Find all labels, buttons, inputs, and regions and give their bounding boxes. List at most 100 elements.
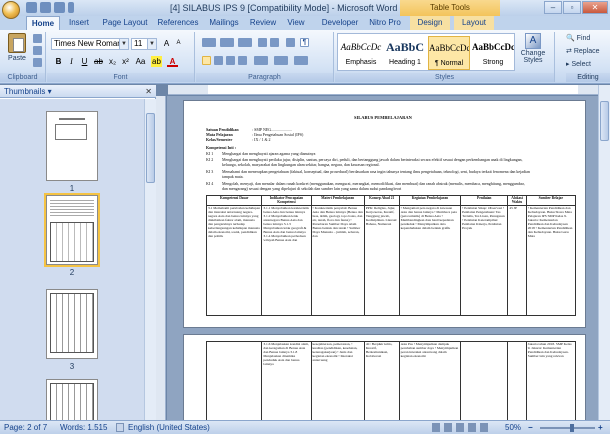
undo-icon[interactable] — [40, 2, 51, 13]
tab-mailings[interactable]: Mailings — [204, 16, 244, 30]
scrollbar-thumb[interactable] — [600, 101, 609, 141]
multilevel-list-icon[interactable] — [238, 38, 252, 47]
font-size-value: 11 — [134, 39, 143, 48]
underline-button[interactable]: U — [79, 56, 90, 67]
proofing-icon[interactable] — [116, 423, 124, 432]
line-spacing-icon[interactable] — [254, 56, 268, 65]
save-icon[interactable] — [26, 2, 37, 13]
table-tools-context: Table Tools — [400, 0, 500, 16]
zoom-level[interactable]: 50% — [505, 423, 521, 432]
replace-button[interactable]: ⇄ Replace — [566, 47, 600, 55]
shading-icon[interactable] — [274, 56, 288, 65]
redo-icon[interactable] — [54, 2, 65, 13]
editing-label: Editing — [566, 73, 610, 82]
page-indicator[interactable]: Page: 2 of 7 — [4, 423, 47, 432]
change-styles-button[interactable]: A Change Styles — [517, 33, 549, 71]
chevron-down-icon[interactable]: ▼ — [147, 39, 156, 49]
font-color-button[interactable]: A — [167, 56, 178, 67]
bold-button[interactable]: B — [53, 56, 64, 67]
document-page: SILABUS PEMBELAJARAN Satuan Pendidikan :… — [183, 100, 586, 328]
minimize-button[interactable]: – — [544, 1, 562, 14]
scrollbar-thumb[interactable] — [146, 113, 155, 183]
font-size-combo[interactable]: 11 ▼ — [131, 38, 157, 50]
tab-insert[interactable]: Insert — [62, 16, 96, 30]
change-case-button[interactable]: Aa — [135, 56, 146, 67]
thumbnails-header: Thumbnails ▾ ✕ — [0, 85, 156, 98]
tab-references[interactable]: References — [154, 16, 202, 30]
show-formatting-icon[interactable]: ¶ — [300, 38, 309, 47]
zoom-slider[interactable] — [540, 424, 595, 432]
syllabus-table[interactable]: Kompetensi Dasar Indikator Pencapaian Ko… — [205, 195, 577, 316]
font-name-combo[interactable]: Times New Roman ▼ — [51, 38, 129, 50]
strikethrough-button[interactable]: ab — [93, 56, 104, 67]
numbering-icon[interactable] — [220, 38, 234, 47]
sort-icon[interactable] — [286, 38, 295, 47]
superscript-button[interactable]: x² — [120, 56, 131, 67]
font-name-value: Times New Roman — [54, 39, 122, 48]
window-title: [4] SILABUS IPS 9 [Compatibility Mode] -… — [170, 3, 398, 13]
customize-qat-icon[interactable] — [68, 2, 74, 13]
zoom-out-icon[interactable]: − — [528, 423, 533, 432]
horizontal-ruler[interactable] — [168, 85, 610, 95]
language-indicator[interactable]: English (United States) — [128, 423, 210, 432]
copy-icon[interactable] — [33, 46, 42, 55]
bullets-icon[interactable] — [202, 38, 216, 47]
font-label: Font — [47, 73, 194, 82]
justify-icon[interactable] — [238, 56, 247, 65]
shrink-font-icon[interactable]: A — [173, 38, 184, 49]
tab-page-layout[interactable]: Page Layout — [98, 16, 152, 30]
table-row: 3.1.6 Menjelaskan kondisi alam, dan kera… — [205, 341, 577, 420]
close-button[interactable]: ✕ — [582, 1, 608, 14]
align-center-icon[interactable] — [214, 56, 223, 65]
borders-icon[interactable] — [294, 56, 308, 65]
ribbon: Paste Clipboard Times New Roman ▼ 11 ▼ A… — [0, 30, 610, 84]
grow-font-icon[interactable]: A — [161, 38, 172, 49]
decrease-indent-icon[interactable] — [258, 38, 267, 47]
style-heading-1[interactable]: AaBbC Heading 1 — [384, 36, 426, 70]
align-right-icon[interactable] — [226, 56, 235, 65]
tab-view[interactable]: View — [282, 16, 310, 30]
syllabus-table-continued[interactable]: 3.1.6 Menjelaskan kondisi alam, dan kera… — [205, 341, 577, 420]
find-button[interactable]: 🔍 Find — [566, 34, 590, 42]
tab-review[interactable]: Review — [246, 16, 280, 30]
format-painter-icon[interactable] — [33, 58, 42, 67]
tab-design[interactable]: Design — [410, 16, 450, 30]
tab-layout[interactable]: Layout — [454, 16, 494, 30]
office-button[interactable] — [2, 1, 20, 19]
thumbnail-page-4[interactable] — [46, 379, 98, 420]
style-normal[interactable]: AaBbCcDc ¶ Normal — [428, 36, 470, 70]
maximize-button[interactable]: ▫ — [563, 1, 581, 14]
zoom-in-icon[interactable]: + — [598, 423, 603, 432]
align-left-icon[interactable] — [202, 56, 211, 65]
document-scrollbar[interactable] — [598, 85, 610, 420]
thumbnail-page-1[interactable]: 1 — [46, 111, 98, 193]
cut-icon[interactable] — [33, 34, 42, 43]
quick-styles-gallery: AaBbCcDc Emphasis AaBbC Heading 1 AaBbCc… — [337, 33, 515, 71]
table-header-row: Kompetensi Dasar Indikator Pencapaian Ko… — [205, 195, 577, 206]
zoom-slider-knob[interactable] — [570, 424, 574, 432]
thumbnail-page-3[interactable]: 3 — [46, 289, 98, 371]
thumbnails-scrollbar[interactable] — [144, 99, 156, 420]
increase-indent-icon[interactable] — [270, 38, 279, 47]
chevron-down-icon[interactable]: ▼ — [119, 39, 128, 49]
word-count[interactable]: Words: 1.515 — [60, 423, 107, 432]
tab-home[interactable]: Home — [26, 16, 60, 30]
subscript-button[interactable]: x₂ — [107, 56, 118, 67]
clipboard-group: Paste Clipboard — [0, 32, 46, 82]
vertical-ruler[interactable] — [156, 96, 166, 420]
paste-button[interactable]: Paste — [4, 32, 30, 72]
tab-developer[interactable]: Developer — [318, 16, 362, 30]
style-strong[interactable]: AaBbCcDc Strong — [472, 36, 514, 70]
view-buttons[interactable] — [432, 423, 492, 432]
style-emphasis[interactable]: AaBbCcDc Emphasis — [340, 36, 382, 70]
thumbnail-page-2[interactable]: 2 — [44, 193, 100, 277]
close-icon[interactable]: ✕ — [145, 85, 152, 98]
tab-nitro-pro[interactable]: Nitro Pro — [366, 16, 404, 30]
document-page-next: 3.1.6 Menjelaskan kondisi alam, dan kera… — [183, 334, 586, 420]
paste-icon — [8, 33, 26, 53]
italic-button[interactable]: I — [66, 56, 77, 67]
select-button[interactable]: ▸ Select — [566, 60, 591, 68]
change-styles-icon: A — [525, 33, 541, 49]
font-group: Times New Roman ▼ 11 ▼ A A B I U ab x₂ x… — [47, 32, 195, 82]
highlight-button[interactable]: ab — [151, 56, 162, 67]
